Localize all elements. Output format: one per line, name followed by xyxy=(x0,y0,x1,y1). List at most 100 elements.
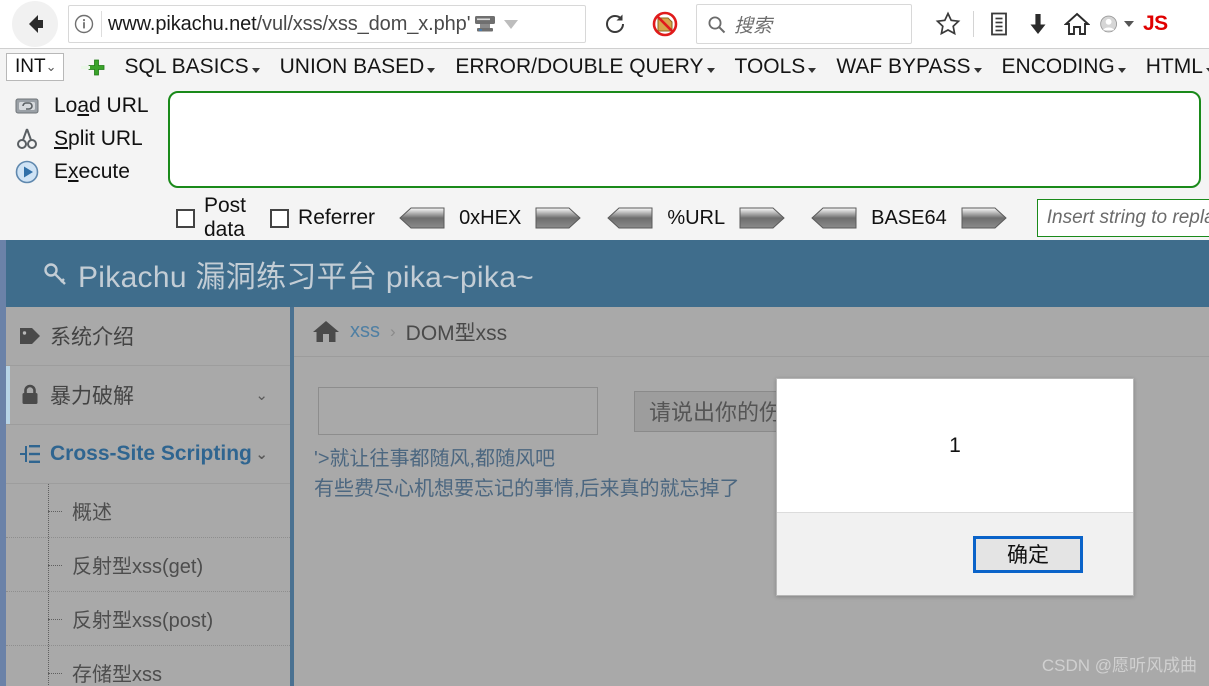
hackbar-menu-tools[interactable]: TOOLS xyxy=(735,55,817,79)
encode-base64-button[interactable] xyxy=(961,207,1007,229)
alert-footer: 确定 xyxy=(777,512,1133,595)
site-info-button[interactable] xyxy=(69,14,99,34)
key-icon xyxy=(44,262,66,285)
library-button[interactable] xyxy=(981,4,1017,44)
url-divider xyxy=(101,11,102,37)
menu-label: TOOLS xyxy=(734,55,806,78)
add-icon[interactable] xyxy=(88,59,105,76)
menu-label: UNION BASED xyxy=(279,55,425,78)
menu-label: WAF BYPASS xyxy=(836,55,971,78)
sidebar-item-cross-site-scripting[interactable]: Cross-Site Scripting ⌄ xyxy=(6,425,290,484)
downloads-button[interactable] xyxy=(1020,4,1056,44)
referrer-checkbox[interactable] xyxy=(270,208,290,228)
home-icon xyxy=(1064,12,1090,35)
watermark: CSDN @愿听风成曲 xyxy=(1041,656,1197,675)
split-url-button[interactable]: Split URL xyxy=(0,122,168,155)
search-bar[interactable]: 搜索 xyxy=(696,4,912,44)
hackbar-url-textarea[interactable] xyxy=(168,91,1201,188)
sidebar: 系统介绍 暴力破解 ⌄ Cross-Site Scripting ⌄ 概述 反射… xyxy=(6,307,290,686)
hackbar-menu-html[interactable]: HTML xyxy=(1146,55,1209,79)
plus-icon xyxy=(88,59,104,75)
menu-label: ENCODING xyxy=(1001,55,1115,78)
hackbar-menu-sql-basics[interactable]: SQL BASICS xyxy=(125,55,260,79)
back-arrow-icon xyxy=(29,15,43,33)
hackbar-menu-union-based[interactable]: UNION BASED xyxy=(280,55,436,79)
split-url-icon xyxy=(17,128,37,149)
home-icon xyxy=(313,320,339,342)
decode-url-button[interactable] xyxy=(607,207,653,229)
execute-label: Execute xyxy=(54,159,130,183)
sidebar-item-label: 系统介绍 xyxy=(50,326,134,349)
chevron-down-icon xyxy=(427,68,436,73)
reload-button[interactable] xyxy=(600,12,630,36)
load-url-label: Load URL xyxy=(54,93,149,117)
sidebar-subitem-reflected-post[interactable]: 反射型xss(post) xyxy=(6,592,290,646)
sidebar-subitem-reflected-get[interactable]: 反射型xss(get) xyxy=(6,538,290,592)
chevron-down-icon: ⌄ xyxy=(255,446,268,463)
url-bar[interactable]: www.pikachu.net/vul/xss/xss_dom_x.php' xyxy=(68,5,586,43)
breadcrumb-separator: › xyxy=(390,321,396,341)
replace-search-placeholder: Insert string to replace xyxy=(1046,207,1209,228)
load-url-icon xyxy=(15,98,39,113)
url-text: www.pikachu.net/vul/xss/xss_dom_x.php' xyxy=(104,13,470,36)
chevron-down-icon xyxy=(706,68,715,73)
site-title: Pikachu 漏洞练习平台 pika~pika~ xyxy=(78,260,535,294)
hackbar-menu-error-double-query[interactable]: ERROR/DOUBLE QUERY xyxy=(455,55,715,79)
chevron-down-icon: ⌄ xyxy=(255,387,268,404)
replace-search-input[interactable]: Insert string to replace xyxy=(1036,199,1209,237)
search-input[interactable]: 搜索 xyxy=(734,11,772,38)
download-arrow-icon xyxy=(1030,14,1046,34)
home-icon-wrap[interactable] xyxy=(312,319,340,345)
site-banner: Pikachu 漏洞练习平台 pika~pika~ xyxy=(6,240,1209,307)
url-dropdown-icon[interactable] xyxy=(504,19,519,29)
breadcrumb-link-xss[interactable]: xss xyxy=(350,320,380,343)
alert-ok-button[interactable]: 确定 xyxy=(973,535,1083,573)
account-button[interactable] xyxy=(1098,4,1134,44)
bookmark-button[interactable] xyxy=(930,4,966,44)
xss-icon-wrap xyxy=(18,442,42,466)
sidebar-item-system-intro[interactable]: 系统介绍 xyxy=(6,307,290,366)
dom-xss-input[interactable] xyxy=(318,387,598,435)
sidebar-item-label: Cross-Site Scripting xyxy=(50,442,252,465)
load-url-button[interactable]: Load URL xyxy=(0,89,168,122)
chevron-down-icon xyxy=(1117,68,1126,73)
decode-hex-button[interactable] xyxy=(399,207,445,229)
url-host: www.pikachu.net xyxy=(108,12,257,35)
star-icon xyxy=(935,11,961,36)
breadcrumb: xss › DOM型xss xyxy=(294,307,1209,357)
encode-url-button[interactable] xyxy=(739,207,785,229)
url-path: /vul/xss/xss_dom_x.php xyxy=(256,12,467,35)
execute-button[interactable]: Execute xyxy=(0,155,168,188)
lock-icon-wrap xyxy=(18,383,42,407)
menu-label: HTML xyxy=(1145,55,1203,78)
encoder-url-group: %URL xyxy=(607,207,785,230)
hackbar-menubar: INT ⌄ SQL BASICS UNION BASED ERROR/DOUBL… xyxy=(0,49,1209,85)
search-icon-wrap xyxy=(697,15,734,34)
browser-window: www.pikachu.net/vul/xss/xss_dom_x.php' 搜… xyxy=(0,0,1209,686)
back-button[interactable] xyxy=(12,1,58,47)
encoder-base64-label: BASE64 xyxy=(871,206,947,229)
hackbar-menu-waf-bypass[interactable]: WAF BYPASS xyxy=(836,55,982,79)
javascript-alert-dialog: 1 确定 xyxy=(776,378,1134,596)
toolbar-icons: JS xyxy=(930,4,1168,44)
hackbar-type-select[interactable]: INT ⌄ xyxy=(6,53,64,81)
home-button[interactable] xyxy=(1059,4,1095,44)
sidebar-item-brute-force[interactable]: 暴力破解 ⌄ xyxy=(6,366,290,425)
encode-hex-button[interactable] xyxy=(535,207,582,229)
js-badge[interactable]: JS xyxy=(1143,12,1168,36)
noscript-button[interactable] xyxy=(648,9,682,39)
sidebar-subitem-label: 概述 xyxy=(72,502,112,524)
post-data-checkbox[interactable] xyxy=(176,208,195,228)
hackbar-body: Load URL Split URL Execute xyxy=(0,85,1209,195)
info-icon xyxy=(74,14,94,34)
library-icon xyxy=(991,12,1007,36)
sidebar-subitem-overview[interactable]: 概述 xyxy=(6,484,290,538)
encoder-base64-group: BASE64 xyxy=(811,207,1007,230)
decode-base64-button[interactable] xyxy=(811,207,857,229)
referrer-label: Referrer xyxy=(298,206,376,229)
server-icon-wrap[interactable] xyxy=(470,13,500,35)
account-icon xyxy=(1100,15,1118,33)
split-url-label: Split URL xyxy=(54,126,143,150)
sidebar-subitem-stored-xss[interactable]: 存储型xss xyxy=(6,646,290,686)
hackbar-menu-encoding[interactable]: ENCODING xyxy=(1002,55,1126,79)
